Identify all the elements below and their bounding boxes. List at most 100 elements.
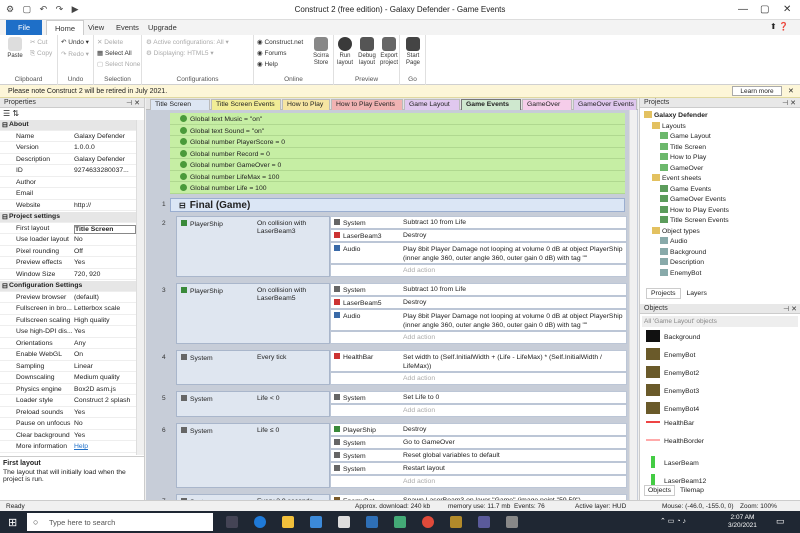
forums-link[interactable]: ◉ Forums — [257, 49, 287, 57]
tab-upgrade[interactable]: Upgrade — [140, 20, 185, 35]
notification-icon[interactable]: ▭ — [776, 516, 785, 527]
global-variable[interactable]: Global number Life = 100 — [170, 182, 625, 194]
property-row[interactable]: Loader style Construct 2 splash — [0, 396, 140, 407]
tree-layout[interactable]: How to Play — [660, 153, 706, 161]
object-item[interactable]: LaserBeam — [646, 456, 699, 468]
property-row[interactable]: Website http:// — [0, 201, 140, 211]
property-value[interactable]: Medium quality — [74, 374, 136, 381]
export-project-button[interactable]: Export project — [378, 37, 400, 67]
delete-button[interactable]: ✕ Delete — [97, 38, 123, 46]
undo-button[interactable]: ↶ Undo ▾ — [61, 38, 89, 46]
start-page-button[interactable]: Start Page — [402, 37, 424, 67]
app-icon[interactable] — [394, 516, 406, 528]
tab-editor[interactable]: Game Layout — [404, 99, 460, 110]
object-item[interactable]: Background — [646, 330, 700, 342]
property-row[interactable]: Preload sounds Yes — [0, 408, 140, 418]
property-row[interactable]: Use loader layout No — [0, 235, 140, 246]
property-value[interactable]: Any — [74, 340, 136, 347]
cut-button[interactable]: ✂ Cut — [30, 38, 47, 46]
property-value[interactable]: Yes — [74, 328, 136, 335]
help-link[interactable]: ◉ Help — [257, 60, 278, 68]
event-action[interactable]: System Subtract 10 from Life — [330, 282, 627, 296]
tree-event-sheet[interactable]: Title Screen Events — [660, 216, 729, 224]
event-condition[interactable]: System Life ≤ 0 — [176, 422, 330, 488]
add-action-link[interactable]: Add action — [330, 330, 627, 344]
object-item[interactable]: HealthBar — [646, 420, 694, 427]
collapse-icon[interactable]: ⊟ — [2, 213, 8, 221]
maximize-icon[interactable]: ▢ — [760, 4, 769, 15]
property-row[interactable]: More information Help — [0, 442, 140, 453]
add-action-link[interactable]: Add action — [330, 371, 627, 385]
property-value[interactable]: 720, 920 — [74, 271, 136, 278]
event-condition[interactable]: System Every tick — [176, 349, 330, 385]
tree-object-type[interactable]: Description — [660, 258, 704, 266]
event-condition[interactable]: PlayerShip On collision with LaserBeam3 — [176, 215, 330, 277]
sheet-scrollbar[interactable] — [629, 110, 637, 500]
windows-start-icon[interactable]: ⊞ — [8, 516, 17, 529]
edge-icon[interactable] — [254, 516, 266, 528]
event-action[interactable]: System Restart layout — [330, 461, 627, 475]
taskbar-clock[interactable]: 2:07 AM 3/20/2021 — [728, 514, 757, 530]
event-action[interactable]: Audio Play 8bit Player Damage not looping… — [330, 241, 627, 264]
taskbar-search[interactable]: ○ Type here to search — [27, 513, 213, 531]
object-item[interactable]: EnemyBot4 — [646, 402, 699, 414]
file-explorer-icon[interactable] — [282, 516, 294, 528]
event-action[interactable]: Audio Play 8bit Player Damage not looping… — [330, 308, 627, 331]
tab-editor[interactable]: GameOver — [522, 99, 572, 110]
global-variable[interactable]: Global text Sound = "on" — [170, 124, 625, 136]
event-action[interactable]: System Go to GameOver — [330, 435, 627, 449]
tree-event-sheet[interactable]: GameOver Events — [660, 195, 726, 203]
property-row[interactable]: Pixel rounding Off — [0, 247, 140, 257]
tree-folder-object-types[interactable]: Object types — [652, 226, 700, 235]
property-row[interactable]: Clear background Yes — [0, 431, 140, 441]
tab-editor[interactable]: Title Screen Events — [211, 99, 281, 110]
run-layout-button[interactable]: Run layout — [334, 37, 356, 67]
tree-layout[interactable]: Game Layout — [660, 132, 711, 140]
property-row[interactable]: Author — [0, 178, 140, 188]
sort-icons[interactable]: ☰ ⇅ — [3, 109, 19, 118]
event-action[interactable]: LaserBeam5 Destroy — [330, 295, 627, 309]
global-variable[interactable]: Global number LifeMax = 100 — [170, 170, 625, 182]
property-row[interactable]: Enable WebGL On — [0, 350, 140, 361]
object-item[interactable]: EnemyBot3 — [646, 384, 699, 396]
tray-icons[interactable]: ⌃ ▭ ◔ ♪ — [660, 517, 686, 525]
collapse-icon[interactable]: ⊟ — [2, 282, 8, 290]
property-value[interactable]: Galaxy Defender — [74, 133, 136, 140]
tab-home[interactable]: Home — [46, 20, 85, 35]
scirra-store-button[interactable]: Scirra Store — [310, 37, 332, 67]
property-row[interactable]: Email — [0, 189, 140, 200]
event-action[interactable]: HealthBar Set width to (Self.InitialWidth… — [330, 349, 627, 372]
notice-close-icon[interactable]: ✕ — [788, 87, 794, 95]
select-none-button[interactable]: ▢ Select None — [97, 60, 140, 68]
object-item[interactable]: HealthBorder — [646, 438, 704, 445]
property-value[interactable]: Galaxy Defender — [74, 156, 136, 163]
add-action-link[interactable]: Add action — [330, 403, 627, 417]
global-variable[interactable]: Global text Music = "on" — [170, 113, 625, 125]
property-row[interactable]: Pause on unfocus No — [0, 419, 140, 430]
tab-editor[interactable]: Game Events — [461, 99, 521, 110]
property-row[interactable]: Window Size 720, 920 — [0, 270, 140, 280]
property-value[interactable]: High quality — [74, 317, 136, 324]
event-condition[interactable]: PlayerShip On collision with LaserBeam5 — [176, 282, 330, 344]
property-row[interactable]: Description Galaxy Defender — [0, 155, 140, 165]
event-action[interactable]: System Subtract 10 from Life — [330, 215, 627, 229]
paste-button[interactable]: Paste — [4, 37, 26, 60]
property-row[interactable]: Fullscreen in bro... Letterbox scale — [0, 304, 140, 315]
property-value[interactable]: Construct 2 splash — [74, 397, 136, 404]
minimize-icon[interactable]: — — [738, 4, 748, 15]
tab-editor[interactable]: GameOver Events — [573, 99, 637, 110]
tree-event-sheet[interactable]: Game Events — [660, 184, 711, 193]
property-value[interactable]: On — [74, 351, 136, 358]
displaying-select[interactable]: ⚙ Displaying: HTML5 ▾ — [146, 49, 214, 57]
global-variable[interactable]: Global number Record = 0 — [170, 147, 625, 159]
property-row[interactable]: Sampling Linear — [0, 362, 140, 372]
learn-more-button[interactable]: Learn more — [732, 86, 782, 96]
tab-editor[interactable]: How to Play — [282, 99, 330, 110]
construct-net-link[interactable]: ◉ Construct.net — [257, 38, 303, 46]
select-all-button[interactable]: ▦ Select All — [97, 49, 132, 57]
task-view-icon[interactable] — [226, 516, 238, 528]
redo-button[interactable]: ↷ Redo ▾ — [61, 50, 89, 58]
help-icon[interactable]: ⬆ ❓ — [770, 22, 789, 31]
collapse-icon[interactable]: ⊟ — [179, 201, 186, 210]
event-action[interactable]: LaserBeam3 Destroy — [330, 228, 627, 242]
